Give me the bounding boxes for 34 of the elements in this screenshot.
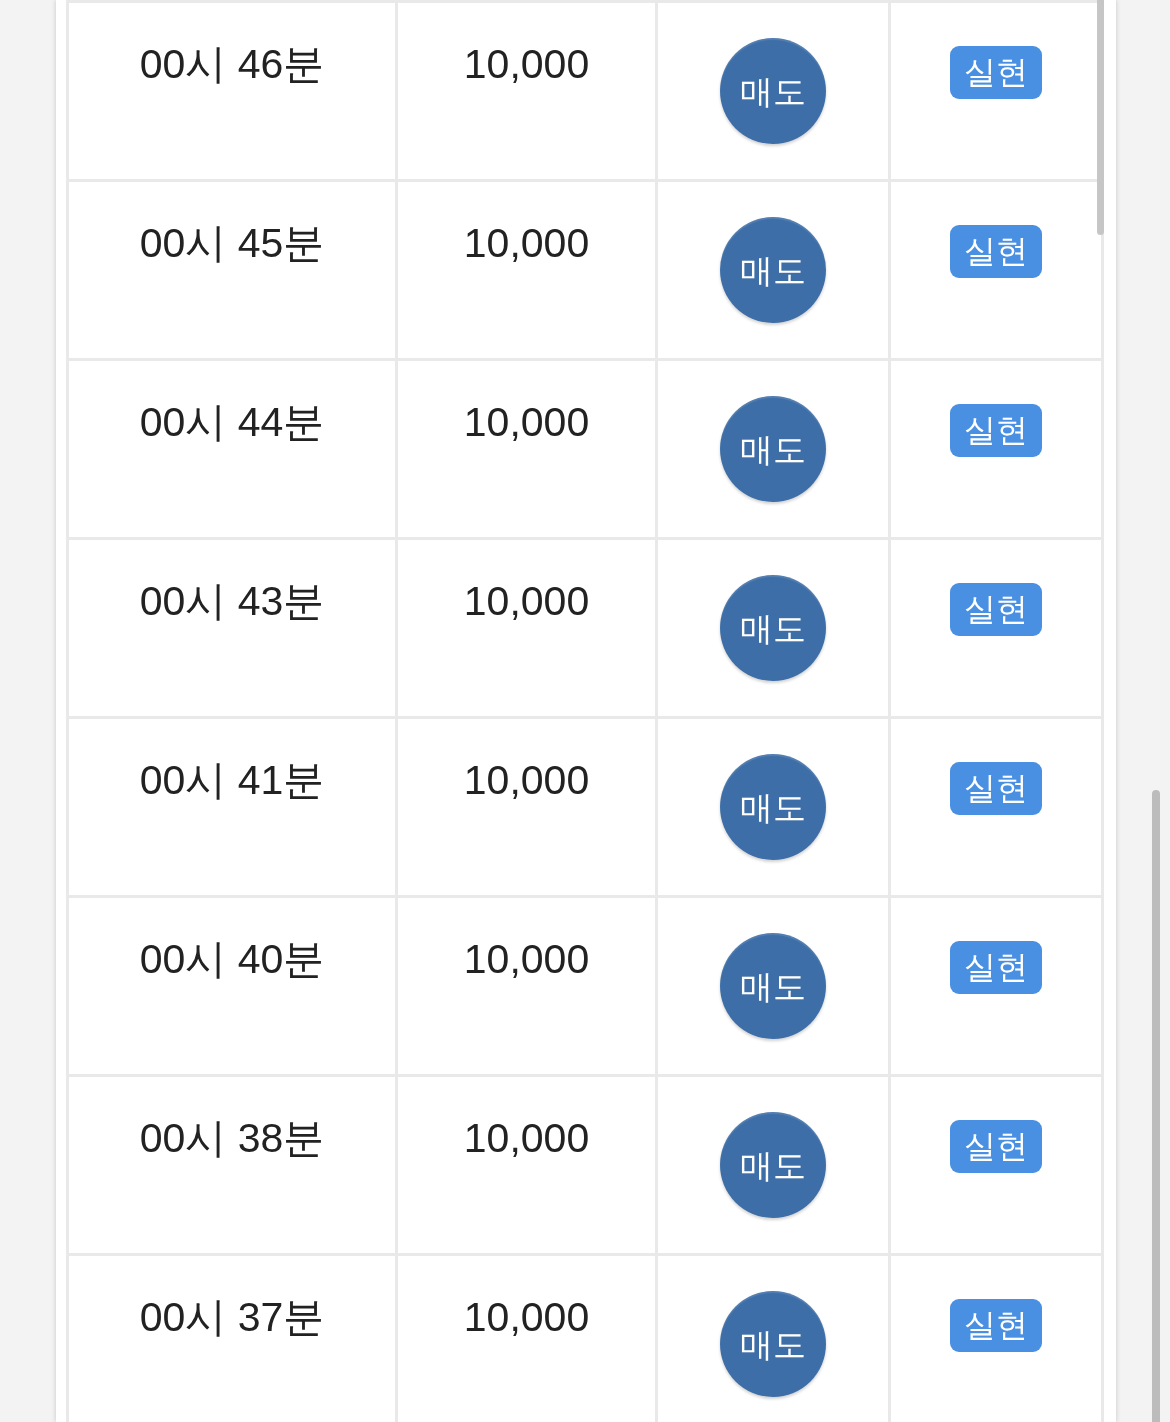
time-text: 00시 43분 — [139, 577, 325, 625]
time-text: 00시 37분 — [139, 1293, 325, 1341]
time-text: 00시 41분 — [139, 756, 325, 804]
time-text: 00시 46분 — [139, 40, 325, 88]
status-badge: 실현 — [950, 404, 1042, 457]
status-badge: 실현 — [950, 941, 1042, 994]
status-badge: 실현 — [950, 225, 1042, 278]
amount-text: 10,000 — [463, 219, 590, 267]
time-text: 00시 44분 — [139, 398, 325, 446]
sell-button[interactable]: 매도 — [720, 754, 826, 860]
page-scrollbar-thumb[interactable] — [1152, 790, 1160, 1422]
amount-text: 10,000 — [463, 40, 590, 88]
table-scrollbar-thumb[interactable] — [1097, 0, 1104, 235]
sell-button[interactable]: 매도 — [720, 217, 826, 323]
sell-button[interactable]: 매도 — [720, 396, 826, 502]
sell-button[interactable]: 매도 — [720, 1112, 826, 1218]
amount-text: 10,000 — [463, 1293, 590, 1341]
time-text: 00시 38분 — [139, 1114, 325, 1162]
sell-button[interactable]: 매도 — [720, 575, 826, 681]
status-badge: 실현 — [950, 46, 1042, 99]
amount-text: 10,000 — [463, 577, 590, 625]
status-badge: 실현 — [950, 1299, 1042, 1352]
status-badge: 실현 — [950, 762, 1042, 815]
status-badge: 실현 — [950, 583, 1042, 636]
status-badge: 실현 — [950, 1120, 1042, 1173]
amount-text: 10,000 — [463, 756, 590, 804]
amount-text: 10,000 — [463, 398, 590, 446]
sell-button[interactable]: 매도 — [720, 933, 826, 1039]
amount-text: 10,000 — [463, 935, 590, 983]
time-text: 00시 45분 — [139, 219, 325, 267]
amount-text: 10,000 — [463, 1114, 590, 1162]
sell-button[interactable]: 매도 — [720, 38, 826, 144]
time-text: 00시 40분 — [139, 935, 325, 983]
sell-button[interactable]: 매도 — [720, 1291, 826, 1397]
